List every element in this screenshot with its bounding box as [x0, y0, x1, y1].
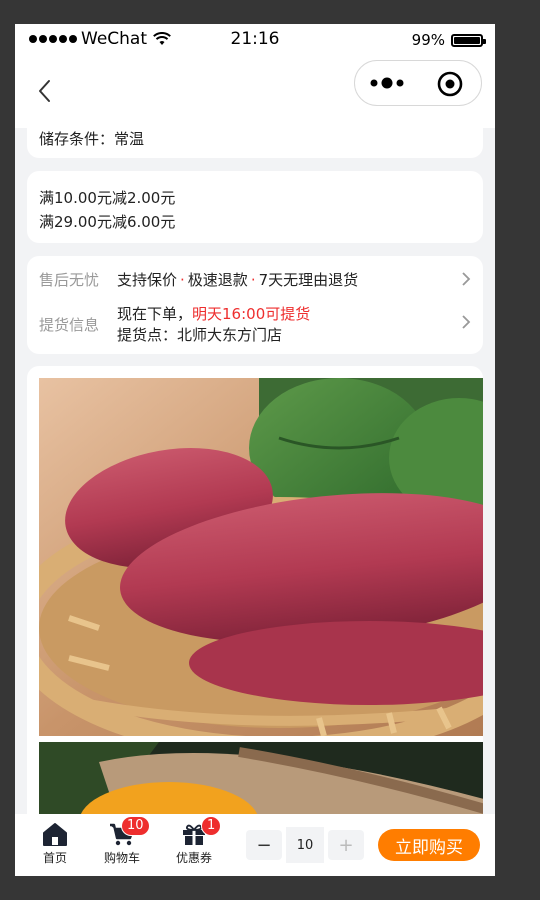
- increase-button[interactable]: +: [328, 830, 364, 860]
- sweet-potato-photo: [39, 378, 483, 736]
- quantity-value[interactable]: 10: [286, 827, 324, 863]
- after-sale-label: 售后无忧: [39, 271, 100, 289]
- buy-now-button[interactable]: 立即购买: [378, 829, 480, 861]
- tab-cart[interactable]: 10 购物车: [97, 816, 150, 866]
- pickup-label: 提货信息: [39, 316, 100, 334]
- quantity-stepper: − 10 +: [246, 827, 364, 863]
- separator-dot: ·: [180, 271, 185, 289]
- service-card: 售后无忧 支持保价 · 极速退款 · 7天无理由退货 提货信息 现在下单，明天16:00…: [27, 256, 483, 354]
- mini-program-capsule: [354, 60, 482, 106]
- product-photo-2: [39, 742, 483, 822]
- coupon-badge: 1: [201, 816, 222, 836]
- after-sale-item: 支持保价: [117, 271, 178, 289]
- decrease-button[interactable]: −: [246, 830, 282, 860]
- tab-coupon[interactable]: 1 优惠券: [169, 816, 222, 866]
- pickup-prefix: 现在下单，: [117, 305, 193, 323]
- phone-screen: WeChat 21:16 99% 储存条件：常温 满10.00元减2.00元 满…: [15, 24, 495, 876]
- product-detail-card: [27, 366, 483, 876]
- pickup-point: 提货点：北师大东方门店: [117, 326, 283, 344]
- chevron-right-icon[interactable]: [461, 315, 471, 329]
- close-mini-program-icon[interactable]: [437, 71, 463, 97]
- more-options-icon[interactable]: [369, 74, 409, 92]
- storage-condition: 储存条件：常温: [39, 130, 145, 148]
- tab-label: 首页: [42, 851, 67, 865]
- chevron-right-icon[interactable]: [461, 272, 471, 286]
- pickup-time-line: 现在下单，明天16:00可提货: [117, 303, 310, 324]
- separator-dot: ·: [250, 271, 256, 289]
- tab-label: 购物车: [103, 851, 140, 865]
- tab-home[interactable]: 首页: [30, 822, 80, 866]
- after-sale-item: 极速退款: [187, 271, 248, 289]
- battery-icon: [451, 33, 486, 47]
- battery-percent: 99%: [411, 31, 445, 49]
- promotion-item: 满29.00元减6.00元: [39, 213, 176, 231]
- tab-label: 优惠券: [175, 851, 212, 865]
- nav-bar: [15, 56, 495, 128]
- pickup-time: 明天16:00可提货: [192, 305, 311, 323]
- home-icon: [43, 823, 67, 846]
- promotion-card: 满10.00元减2.00元 满29.00元减6.00元: [27, 171, 483, 243]
- battery: 99%: [411, 31, 486, 49]
- cart-badge: 10: [121, 816, 150, 836]
- after-sale-items[interactable]: 支持保价 · 极速退款 · 7天无理由退货: [117, 269, 358, 290]
- after-sale-item: 7天无理由退货: [258, 271, 359, 289]
- back-arrow-icon[interactable]: [35, 78, 57, 104]
- storage-card: 储存条件：常温: [27, 120, 483, 158]
- status-bar: WeChat 21:16 99%: [15, 24, 495, 56]
- promotion-item: 满10.00元减2.00元: [39, 189, 176, 207]
- bottom-action-bar: 首页 10 购物车 1 优惠券 − 10 + 立即购买: [15, 814, 495, 876]
